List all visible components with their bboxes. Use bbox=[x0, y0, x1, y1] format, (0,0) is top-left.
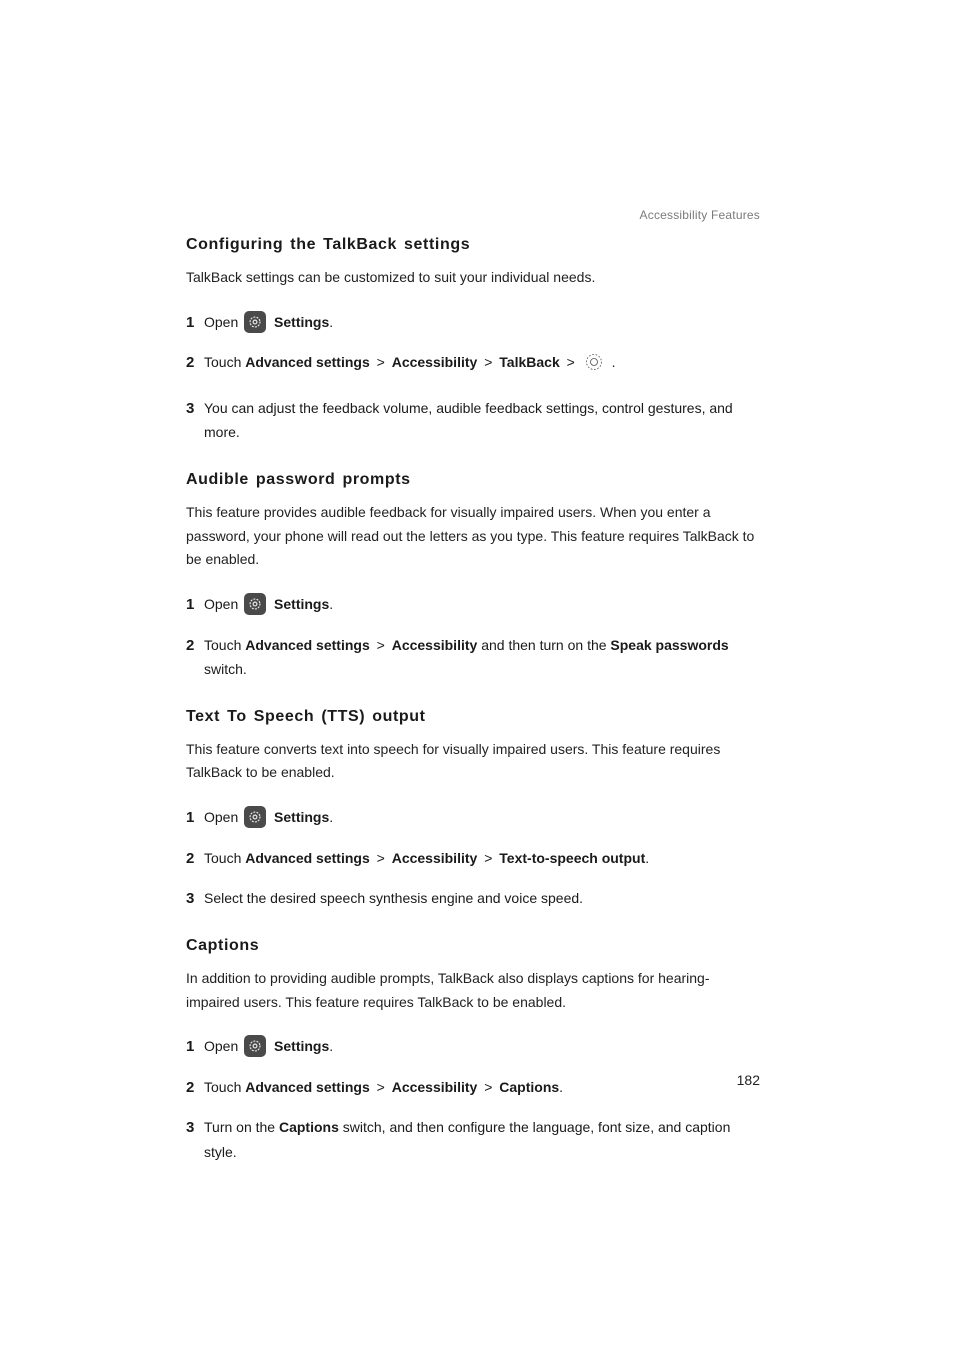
settings-app-icon bbox=[244, 311, 266, 333]
nav-accessibility: Accessibility bbox=[392, 354, 478, 370]
page-content: Configuring the TalkBack settings TalkBa… bbox=[186, 236, 760, 1164]
step-item: Open Settings. bbox=[186, 1034, 760, 1059]
step-text: Touch bbox=[204, 637, 241, 653]
breadcrumb-separator: > bbox=[377, 637, 385, 653]
breadcrumb-separator: > bbox=[377, 354, 385, 370]
gear-outline-icon bbox=[584, 352, 604, 380]
captions-switch-label: Captions bbox=[279, 1119, 339, 1135]
step-item: Touch Advanced settings > Accessibility … bbox=[186, 350, 760, 380]
step-text: Open bbox=[204, 1038, 238, 1054]
step-text: Select the desired speech synthesis engi… bbox=[204, 890, 583, 906]
breadcrumb-separator: > bbox=[484, 1079, 492, 1095]
period: . bbox=[329, 809, 333, 825]
settings-label: Settings bbox=[274, 1038, 329, 1054]
breadcrumb-separator: > bbox=[377, 850, 385, 866]
nav-tts-output: Text-to-speech output bbox=[499, 850, 645, 866]
period: . bbox=[329, 314, 333, 330]
step-item: Touch Advanced settings > Accessibility … bbox=[186, 1075, 760, 1100]
period: . bbox=[612, 354, 616, 370]
heading-captions: Captions bbox=[186, 937, 760, 955]
step-text: Turn on the bbox=[204, 1119, 279, 1135]
intro-tts: This feature converts text into speech f… bbox=[186, 738, 760, 786]
nav-accessibility: Accessibility bbox=[392, 1079, 478, 1095]
nav-advanced-settings: Advanced settings bbox=[245, 850, 369, 866]
page: Accessibility Features Configuring the T… bbox=[0, 0, 954, 1350]
step-item: Select the desired speech synthesis engi… bbox=[186, 886, 760, 911]
heading-tts: Text To Speech (TTS) output bbox=[186, 708, 760, 726]
step-item: Touch Advanced settings > Accessibility … bbox=[186, 633, 760, 682]
step-item: Open Settings. bbox=[186, 805, 760, 830]
heading-configuring-talkback: Configuring the TalkBack settings bbox=[186, 236, 760, 254]
steps-captions: Open Settings. Touch bbox=[186, 1034, 760, 1164]
period: . bbox=[645, 850, 649, 866]
nav-advanced-settings: Advanced settings bbox=[245, 637, 369, 653]
nav-talkback: TalkBack bbox=[499, 354, 559, 370]
running-header: Accessibility Features bbox=[640, 208, 760, 222]
step-text: Touch bbox=[204, 850, 241, 866]
period: . bbox=[329, 596, 333, 612]
page-number: 182 bbox=[737, 1072, 760, 1088]
step-text: Touch bbox=[204, 1079, 241, 1095]
step-text: Touch bbox=[204, 354, 241, 370]
period: . bbox=[559, 1079, 563, 1095]
settings-label: Settings bbox=[274, 809, 329, 825]
step-text: Open bbox=[204, 314, 238, 330]
nav-accessibility: Accessibility bbox=[392, 850, 478, 866]
settings-app-icon bbox=[244, 806, 266, 828]
breadcrumb-separator: > bbox=[377, 1079, 385, 1095]
nav-accessibility: Accessibility bbox=[392, 637, 478, 653]
intro-captions: In addition to providing audible prompts… bbox=[186, 967, 760, 1015]
step-text: and then turn on the bbox=[481, 637, 610, 653]
intro-audible-password: This feature provides audible feedback f… bbox=[186, 501, 760, 572]
period: . bbox=[329, 1038, 333, 1054]
settings-app-icon bbox=[244, 1035, 266, 1057]
steps-tts: Open Settings. Touch bbox=[186, 805, 760, 911]
step-item: Open Settings. bbox=[186, 592, 760, 617]
nav-advanced-settings: Advanced settings bbox=[245, 354, 369, 370]
intro-configuring-talkback: TalkBack settings can be customized to s… bbox=[186, 266, 760, 290]
nav-advanced-settings: Advanced settings bbox=[245, 1079, 369, 1095]
settings-label: Settings bbox=[274, 596, 329, 612]
step-text: Open bbox=[204, 809, 238, 825]
speak-passwords-label: Speak passwords bbox=[610, 637, 728, 653]
step-text: You can adjust the feedback volume, audi… bbox=[204, 400, 733, 441]
nav-captions: Captions bbox=[499, 1079, 559, 1095]
breadcrumb-separator: > bbox=[567, 354, 575, 370]
step-item: Touch Advanced settings > Accessibility … bbox=[186, 846, 760, 871]
settings-label: Settings bbox=[274, 314, 329, 330]
breadcrumb-separator: > bbox=[484, 850, 492, 866]
step-item: You can adjust the feedback volume, audi… bbox=[186, 396, 760, 445]
step-item: Turn on the Captions switch, and then co… bbox=[186, 1115, 760, 1164]
settings-app-icon bbox=[244, 593, 266, 615]
steps-configuring-talkback: Open Settings. Touch bbox=[186, 310, 760, 445]
step-item: Open Settings. bbox=[186, 310, 760, 335]
steps-audible-password: Open Settings. Touch bbox=[186, 592, 760, 682]
step-text: Open bbox=[204, 596, 238, 612]
step-text: switch. bbox=[204, 661, 247, 677]
heading-audible-password: Audible password prompts bbox=[186, 471, 760, 489]
breadcrumb-separator: > bbox=[484, 354, 492, 370]
